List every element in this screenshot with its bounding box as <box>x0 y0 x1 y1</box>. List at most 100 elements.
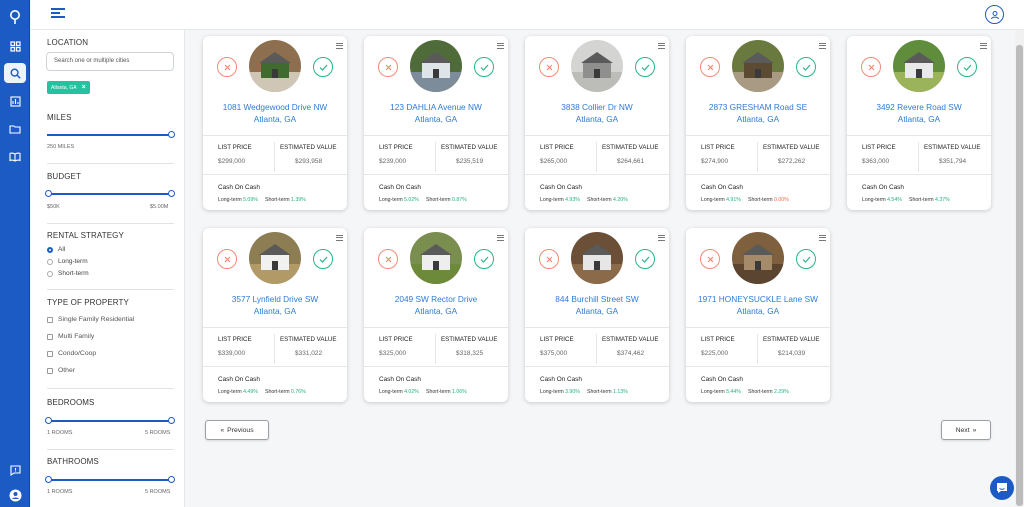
property-card[interactable]: 2049 SW Rector Drive Atlanta, GA LIST PR… <box>364 228 508 402</box>
property-address[interactable]: 2873 GRESHAM Road SE Atlanta, GA <box>686 101 830 125</box>
property-card[interactable]: 1081 Wedgewood Drive NW Atlanta, GA LIST… <box>203 36 347 210</box>
card-menu-icon[interactable] <box>658 43 665 50</box>
bedrooms-slider[interactable] <box>45 417 175 424</box>
property-address[interactable]: 1081 Wedgewood Drive NW Atlanta, GA <box>203 101 347 125</box>
bedrooms-min-handle[interactable] <box>45 417 52 424</box>
property-photo[interactable] <box>410 232 462 284</box>
rental-option-label: Short-term <box>58 270 89 277</box>
bathrooms-max: 5 ROOMS <box>145 489 171 495</box>
radio-selected[interactable] <box>47 246 53 253</box>
property-address[interactable]: 3838 Collier Dr NW Atlanta, GA <box>525 101 669 125</box>
miles-slider[interactable] <box>47 131 175 138</box>
close-icon[interactable]: × <box>82 84 86 91</box>
property-card[interactable]: 3492 Revere Road SW Atlanta, GA LIST PRI… <box>847 36 991 210</box>
miles-slider-handle[interactable] <box>168 131 175 138</box>
checkbox[interactable] <box>47 333 53 340</box>
bathrooms-max-handle[interactable] <box>168 476 175 483</box>
property-option-single-family[interactable]: Single Family Residential <box>47 316 134 323</box>
menu-icon[interactable] <box>51 8 65 20</box>
location-tag[interactable]: Atlanta, GA × <box>47 81 90 94</box>
search-icon[interactable] <box>4 63 26 83</box>
reject-button[interactable] <box>378 249 398 269</box>
feedback-icon[interactable] <box>4 460 26 480</box>
card-menu-icon[interactable] <box>336 43 343 50</box>
city-search-input[interactable]: Search one or multiple cities <box>46 52 174 71</box>
checkbox[interactable] <box>47 316 53 323</box>
next-button[interactable]: Next» <box>941 420 991 440</box>
scrollbar[interactable] <box>1015 30 1024 507</box>
reject-button[interactable] <box>217 249 237 269</box>
property-address[interactable]: 2049 SW Rector Drive Atlanta, GA <box>364 293 508 317</box>
book-icon[interactable] <box>4 147 26 167</box>
budget-slider[interactable] <box>45 190 175 197</box>
approve-button[interactable] <box>957 57 977 77</box>
budget-min-handle[interactable] <box>45 190 52 197</box>
property-photo[interactable] <box>249 232 301 284</box>
reject-button[interactable] <box>539 57 559 77</box>
reject-button[interactable] <box>539 249 559 269</box>
reject-button[interactable] <box>217 57 237 77</box>
chat-icon[interactable] <box>990 476 1014 500</box>
approve-button[interactable] <box>474 57 494 77</box>
property-card[interactable]: 123 DAHLIA Avenue NW Atlanta, GA LIST PR… <box>364 36 508 210</box>
folder-icon[interactable] <box>4 119 26 139</box>
bathrooms-slider[interactable] <box>45 476 175 483</box>
approve-button[interactable] <box>474 249 494 269</box>
reject-button[interactable] <box>700 249 720 269</box>
property-option-multi-family[interactable]: Multi Family <box>47 333 94 340</box>
property-option-condo[interactable]: Condo/Coop <box>47 350 96 357</box>
property-card[interactable]: 844 Burchill Street SW Atlanta, GA LIST … <box>525 228 669 402</box>
checkbox[interactable] <box>47 350 53 357</box>
reject-button[interactable] <box>861 57 881 77</box>
property-address[interactable]: 3577 Lynfield Drive SW Atlanta, GA <box>203 293 347 317</box>
property-address[interactable]: 3492 Revere Road SW Atlanta, GA <box>847 101 991 125</box>
property-card[interactable]: 1971 HONEYSUCKLE Lane SW Atlanta, GA LIS… <box>686 228 830 402</box>
reject-button[interactable] <box>700 57 720 77</box>
approve-button[interactable] <box>796 57 816 77</box>
card-menu-icon[interactable] <box>497 235 504 242</box>
approve-button[interactable] <box>313 249 333 269</box>
user-icon[interactable] <box>4 485 26 505</box>
card-menu-icon[interactable] <box>336 235 343 242</box>
property-photo[interactable] <box>571 232 623 284</box>
analytics-icon[interactable] <box>4 91 26 111</box>
property-photo[interactable] <box>732 40 784 92</box>
card-menu-icon[interactable] <box>980 43 987 50</box>
property-address[interactable]: 1971 HONEYSUCKLE Lane SW Atlanta, GA <box>686 293 830 317</box>
property-photo[interactable] <box>410 40 462 92</box>
rental-option-all[interactable]: All <box>47 246 65 253</box>
property-card[interactable]: 3838 Collier Dr NW Atlanta, GA LIST PRIC… <box>525 36 669 210</box>
card-menu-icon[interactable] <box>497 43 504 50</box>
card-menu-icon[interactable] <box>658 235 665 242</box>
previous-button[interactable]: «Previous <box>205 420 269 440</box>
approve-button[interactable] <box>796 249 816 269</box>
approve-button[interactable] <box>313 57 333 77</box>
rental-option-long-term[interactable]: Long-term <box>47 258 88 265</box>
budget-max-handle[interactable] <box>168 190 175 197</box>
card-menu-icon[interactable] <box>819 43 826 50</box>
checkbox[interactable] <box>47 367 53 374</box>
reject-button[interactable] <box>378 57 398 77</box>
property-option-other[interactable]: Other <box>47 367 75 374</box>
bedrooms-max-handle[interactable] <box>168 417 175 424</box>
logo-pin-icon[interactable] <box>4 7 26 27</box>
property-photo[interactable] <box>732 232 784 284</box>
approve-button[interactable] <box>635 249 655 269</box>
property-card[interactable]: 3577 Lynfield Drive SW Atlanta, GA LIST … <box>203 228 347 402</box>
card-menu-icon[interactable] <box>819 235 826 242</box>
property-photo[interactable] <box>571 40 623 92</box>
scrollbar-thumb[interactable] <box>1016 45 1023 506</box>
property-address[interactable]: 123 DAHLIA Avenue NW Atlanta, GA <box>364 101 508 125</box>
property-address[interactable]: 844 Burchill Street SW Atlanta, GA <box>525 293 669 317</box>
property-photo[interactable] <box>893 40 945 92</box>
property-card[interactable]: 2873 GRESHAM Road SE Atlanta, GA LIST PR… <box>686 36 830 210</box>
city-state: Atlanta, GA <box>736 114 780 124</box>
approve-button[interactable] <box>635 57 655 77</box>
bathrooms-min-handle[interactable] <box>45 476 52 483</box>
rental-option-short-term[interactable]: Short-term <box>47 270 89 277</box>
property-photo[interactable] <box>249 40 301 92</box>
radio[interactable] <box>47 270 53 277</box>
dashboard-grid-icon[interactable] <box>4 36 26 56</box>
avatar[interactable] <box>985 5 1004 24</box>
radio[interactable] <box>47 258 53 265</box>
